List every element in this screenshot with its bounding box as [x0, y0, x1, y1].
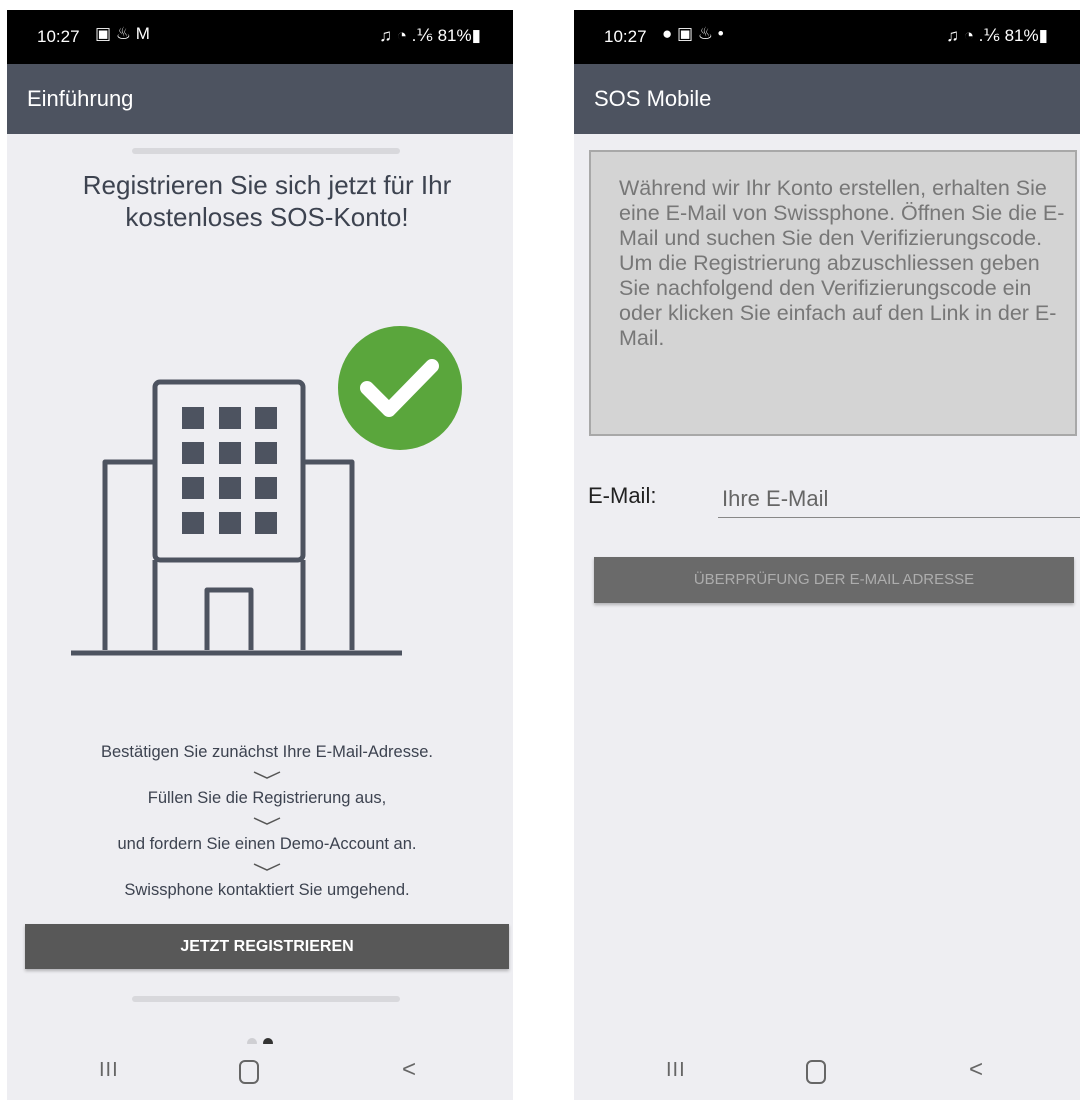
bottom-divider [132, 996, 400, 1002]
page-title: Einführung [27, 86, 134, 111]
signal-battery-icons: ♫ ◔ .⅙ 81%▮ [379, 26, 481, 45]
system-nav-bar: III < [7, 1044, 513, 1100]
status-time: 10:27 [604, 27, 647, 46]
step-3: und fordern Sie einen Demo-Account an. [117, 835, 417, 853]
email-label: E-Mail: [588, 483, 657, 508]
building-illustration [71, 326, 462, 656]
chevron-down-icon [27, 854, 507, 880]
status-bar: 10:27 ● ▣ ♨ • ♫ ◔ .⅙ 81%▮ [574, 10, 1080, 64]
page-title: SOS Mobile [594, 86, 712, 111]
step-2: Füllen Sie die Registrierung aus, [147, 789, 387, 807]
signal-battery-icons: ♫ ◔ .⅙ 81%▮ [946, 26, 1048, 45]
notification-icons: ● ▣ ♨ • [662, 24, 724, 43]
headline: Registrieren Sie sich jetzt für Ihr kost… [82, 170, 452, 232]
window-grid-icon [182, 407, 277, 534]
register-now-button[interactable]: JETZT REGISTRIEREN [25, 924, 509, 969]
chevron-down-icon [27, 808, 507, 834]
back-button[interactable]: < [969, 1056, 983, 1084]
info-box: Während wir Ihr Konto erstellen, erhalte… [589, 150, 1077, 436]
home-button[interactable] [806, 1060, 826, 1084]
recent-apps-button[interactable]: III [666, 1059, 686, 1082]
recent-apps-button[interactable]: III [99, 1059, 119, 1082]
system-nav-bar: III < [574, 1044, 1080, 1100]
step-1: Bestätigen Sie zunächst Ihre E-Mail-Adre… [101, 743, 433, 761]
check-badge-icon [338, 326, 462, 450]
registration-steps: Bestätigen Sie zunächst Ihre E-Mail-Adre… [27, 742, 507, 900]
step-4: Swissphone kontaktiert Sie umgehend. [124, 881, 410, 899]
notification-icons: ▣ ♨ M [95, 24, 150, 43]
top-divider [132, 148, 400, 154]
right-screen: 10:27 ● ▣ ♨ • ♫ ◔ .⅙ 81%▮ SOS Mobile Wäh… [574, 10, 1080, 1100]
back-button[interactable]: < [402, 1056, 416, 1084]
email-field[interactable] [718, 480, 1080, 518]
app-bar: SOS Mobile [574, 64, 1080, 134]
verify-email-button[interactable]: ÜBERPRÜFUNG DER E-MAIL ADRESSE [594, 557, 1074, 603]
status-time: 10:27 [37, 27, 80, 46]
chevron-down-icon [27, 762, 507, 788]
info-text: Während wir Ihr Konto erstellen, erhalte… [619, 176, 1065, 350]
status-bar: 10:27 ▣ ♨ M ♫ ◔ .⅙ 81%▮ [7, 10, 513, 64]
app-bar: Einführung [7, 64, 513, 134]
home-button[interactable] [239, 1060, 259, 1084]
left-screen: 10:27 ▣ ♨ M ♫ ◔ .⅙ 81%▮ Einführung Regis… [7, 10, 513, 1100]
